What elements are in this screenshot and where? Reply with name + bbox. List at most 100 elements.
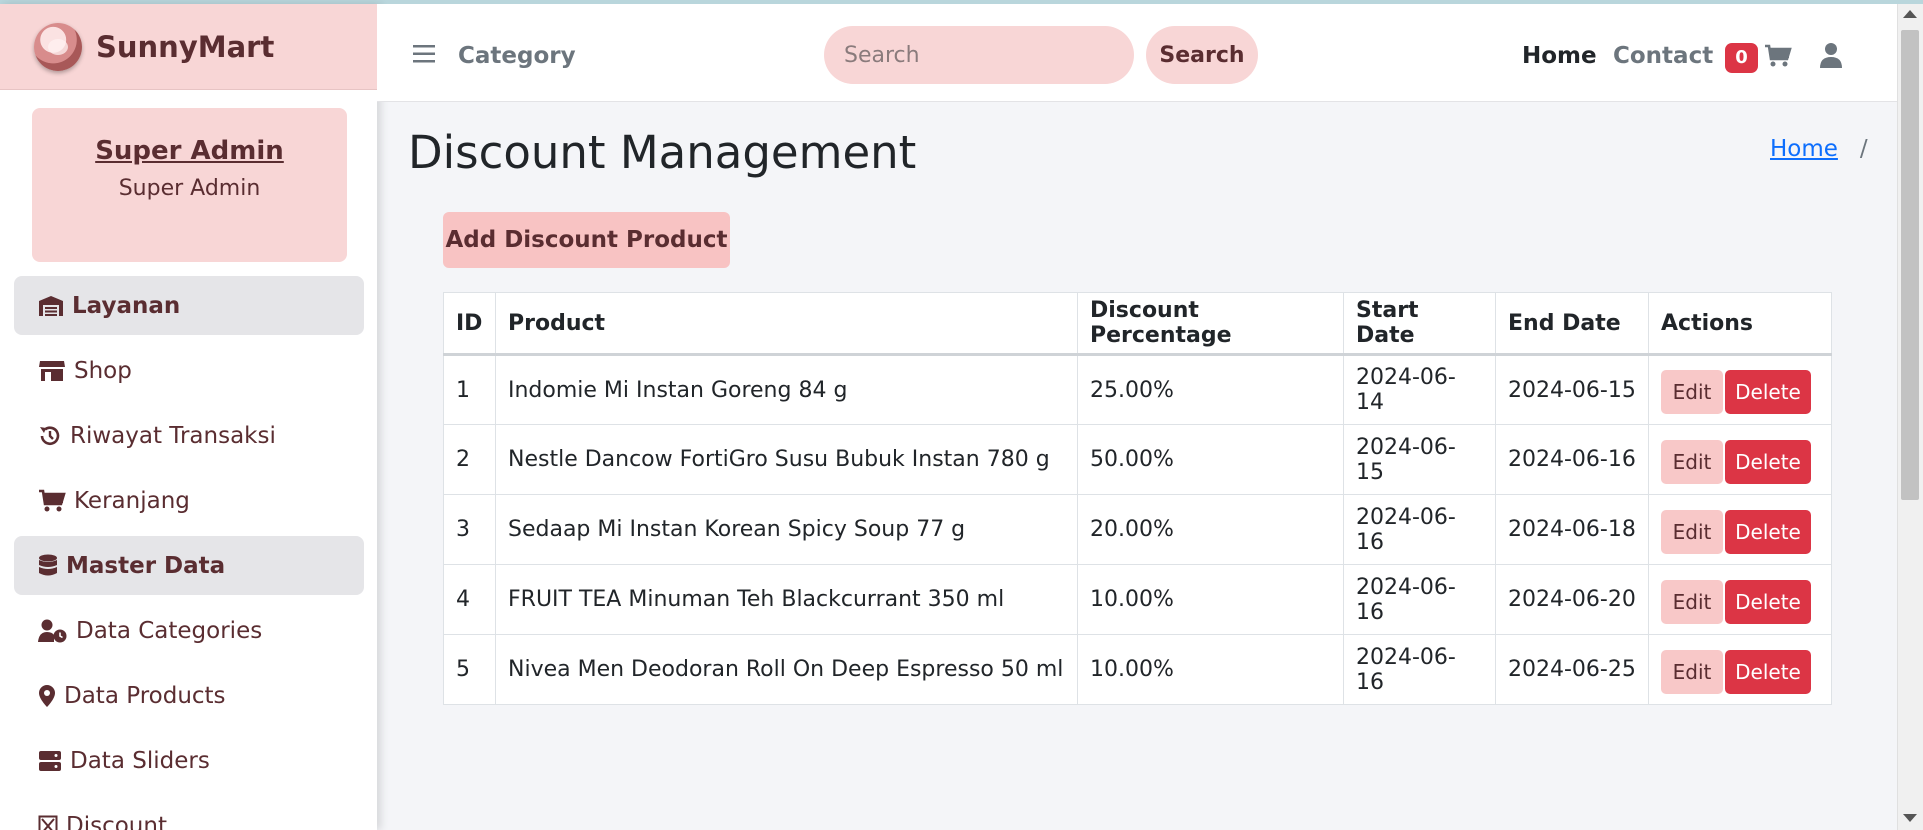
- cell-end-date: 2024-06-25: [1495, 634, 1649, 705]
- cell-actions: Edit Delete: [1648, 494, 1832, 565]
- cell-start-date: 2024-06-16: [1343, 634, 1496, 705]
- cart-count-badge: 0: [1725, 43, 1758, 73]
- brand-name: SunnyMart: [96, 29, 275, 64]
- cell-actions: Edit Delete: [1648, 354, 1832, 425]
- user-name-link[interactable]: Super Admin: [32, 136, 347, 166]
- cell-product: Sedaap Mi Instan Korean Spicy Soup 77 g: [495, 494, 1078, 565]
- column-header-end-date: End Date: [1495, 292, 1649, 356]
- column-header-start-date: Start Date: [1343, 292, 1496, 356]
- user-role: Super Admin: [118, 176, 261, 201]
- cart-icon: [39, 489, 66, 511]
- cell-discount: 25.00%: [1077, 354, 1344, 425]
- scrollbar-thumb[interactable]: [1901, 30, 1919, 500]
- cell-product: Indomie Mi Instan Goreng 84 g: [495, 354, 1078, 425]
- edit-button[interactable]: Edit: [1661, 439, 1723, 484]
- edit-button[interactable]: Edit: [1661, 370, 1723, 414]
- sidebar: SunnyMart Super Admin Super Admin Layana…: [0, 4, 377, 830]
- cell-end-date: 2024-06-20: [1495, 564, 1649, 635]
- cell-id: 2: [443, 424, 496, 495]
- cell-id: 1: [443, 354, 496, 425]
- sidebar-item-label: Riwayat Transaksi: [70, 422, 276, 449]
- breadcrumb-separator: /: [1859, 136, 1868, 162]
- user-clock-icon: [38, 619, 67, 642]
- cell-discount: 20.00%: [1077, 494, 1344, 565]
- store-icon: [39, 360, 65, 381]
- scroll-down-arrow-icon[interactable]: [1903, 814, 1917, 822]
- server-icon: [39, 750, 61, 771]
- page-title: Discount Management: [408, 126, 917, 179]
- sidebar-item-label: Data Categories: [76, 617, 263, 644]
- add-discount-product-button[interactable]: Add Discount Product: [443, 212, 730, 268]
- edit-button[interactable]: Edit: [1661, 579, 1723, 624]
- sidebar-item-riwayat-transaksi[interactable]: Riwayat Transaksi: [14, 406, 364, 465]
- delete-button[interactable]: Delete: [1725, 439, 1811, 484]
- database-icon: [39, 554, 57, 575]
- breadcrumb-home-link[interactable]: Home: [1770, 136, 1838, 162]
- cell-end-date: 2024-06-16: [1495, 424, 1649, 495]
- discount-table: ID Product Discount Percentage Start Dat…: [443, 292, 1832, 705]
- sidebar-item-keranjang[interactable]: Keranjang: [14, 471, 364, 530]
- cell-id: 4: [443, 564, 496, 635]
- cell-end-date: 2024-06-18: [1495, 494, 1649, 565]
- cell-id: 5: [443, 634, 496, 705]
- search-button[interactable]: Search: [1146, 26, 1258, 84]
- sidebar-item-shop[interactable]: Shop: [14, 341, 364, 400]
- cell-product: Nivea Men Deodoran Roll On Deep Espresso…: [495, 634, 1078, 705]
- table-row: 4 FRUIT TEA Minuman Teh Blackcurrant 350…: [443, 564, 1832, 635]
- brand-header[interactable]: SunnyMart: [0, 4, 377, 90]
- cell-end-date: 2024-06-15: [1495, 354, 1649, 425]
- cell-start-date: 2024-06-16: [1343, 564, 1496, 635]
- sidebar-item-discount[interactable]: Discount: [14, 796, 364, 830]
- cell-discount: 50.00%: [1077, 424, 1344, 495]
- sidebar-item-label: Shop: [74, 357, 132, 384]
- user-profile-icon[interactable]: [1820, 42, 1842, 68]
- table-row: 2 Nestle Dancow FortiGro Susu Bubuk Inst…: [443, 424, 1832, 495]
- contact-nav-link[interactable]: Contact: [1613, 43, 1713, 69]
- table-row: 5 Nivea Men Deodoran Roll On Deep Espres…: [443, 634, 1832, 705]
- sidebar-item-label: Data Products: [64, 682, 226, 709]
- sidebar-item-data-categories[interactable]: Data Categories: [14, 601, 364, 660]
- delete-button[interactable]: Delete: [1725, 649, 1811, 694]
- column-header-product: Product: [495, 292, 1078, 356]
- cell-start-date: 2024-06-16: [1343, 494, 1496, 565]
- scroll-up-arrow-icon[interactable]: [1903, 10, 1917, 18]
- edit-button[interactable]: Edit: [1661, 649, 1723, 694]
- sidebar-item-data-products[interactable]: Data Products: [14, 666, 364, 725]
- sidebar-item-label: Data Sliders: [70, 747, 210, 774]
- delete-button[interactable]: Delete: [1725, 509, 1811, 554]
- history-icon: [40, 425, 60, 445]
- cell-start-date: 2024-06-14: [1343, 354, 1496, 425]
- brand-logo-icon: [34, 22, 82, 71]
- topbar: Category Search Home Contact 0: [377, 4, 1897, 102]
- hamburger-menu-icon[interactable]: [413, 45, 435, 63]
- cart-icon[interactable]: [1764, 44, 1792, 68]
- delete-button[interactable]: Delete: [1725, 579, 1811, 624]
- column-header-id: ID: [443, 292, 496, 356]
- edit-button[interactable]: Edit: [1661, 509, 1723, 554]
- sidebar-header-master-data[interactable]: Master Data: [14, 536, 364, 595]
- map-pin-icon: [39, 684, 55, 707]
- user-card: Super Admin Super Admin: [32, 108, 347, 262]
- percent-box-icon: [38, 815, 58, 830]
- cell-id: 3: [443, 494, 496, 565]
- cell-discount: 10.00%: [1077, 634, 1344, 705]
- cell-start-date: 2024-06-15: [1343, 424, 1496, 495]
- cell-actions: Edit Delete: [1648, 634, 1832, 705]
- cell-discount: 10.00%: [1077, 564, 1344, 635]
- table-row: 3 Sedaap Mi Instan Korean Spicy Soup 77 …: [443, 494, 1832, 565]
- sidebar-header-layanan[interactable]: Layanan: [14, 276, 364, 335]
- search-input[interactable]: [824, 26, 1134, 84]
- sidebar-item-label: Keranjang: [74, 487, 190, 514]
- cell-actions: Edit Delete: [1648, 564, 1832, 635]
- home-nav-link[interactable]: Home: [1522, 43, 1597, 69]
- cell-actions: Edit Delete: [1648, 424, 1832, 495]
- category-link[interactable]: Category: [458, 43, 576, 69]
- breadcrumb: Home /: [1770, 136, 1868, 162]
- sidebar-item-data-sliders[interactable]: Data Sliders: [14, 731, 364, 790]
- sidebar-item-label: Master Data: [66, 552, 226, 579]
- cell-product: Nestle Dancow FortiGro Susu Bubuk Instan…: [495, 424, 1078, 495]
- delete-button[interactable]: Delete: [1725, 370, 1811, 414]
- cell-product: FRUIT TEA Minuman Teh Blackcurrant 350 m…: [495, 564, 1078, 635]
- table-row: 1 Indomie Mi Instan Goreng 84 g 25.00% 2…: [443, 354, 1832, 425]
- sidebar-item-label: Layanan: [72, 292, 181, 319]
